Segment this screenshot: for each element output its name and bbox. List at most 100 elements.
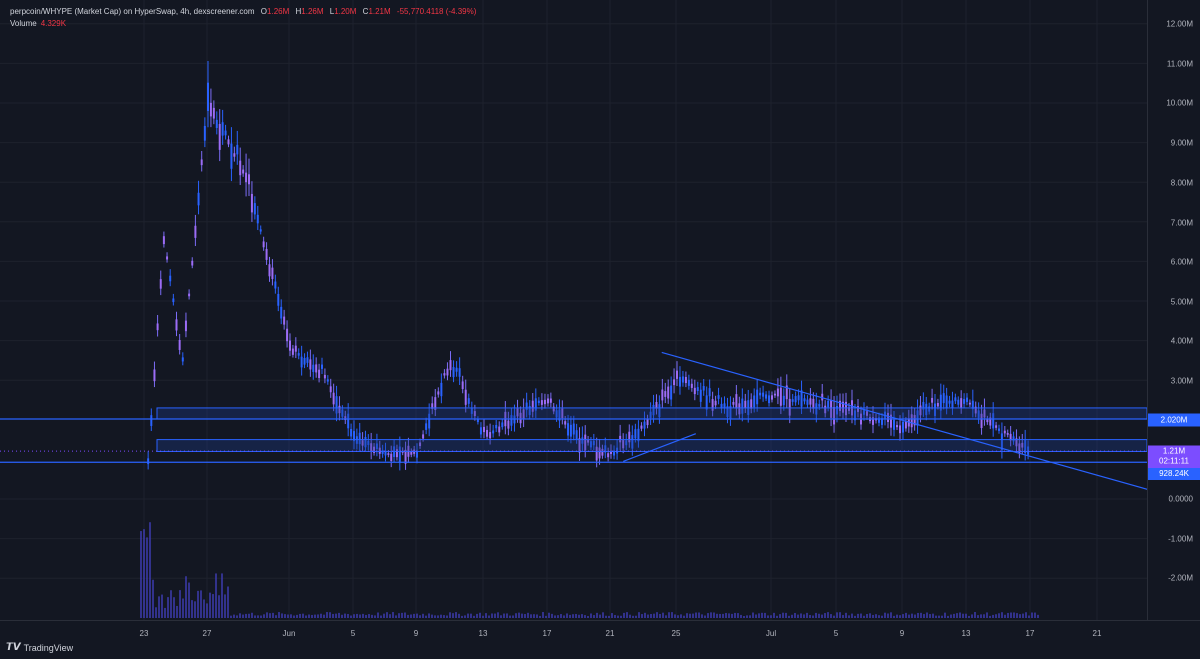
candle-body [329, 386, 332, 393]
volume-bar [785, 612, 787, 618]
candle-body [762, 392, 765, 397]
volume-bar [866, 614, 868, 618]
volume-bar [584, 615, 586, 618]
volume-bar [353, 614, 355, 618]
volume-bar [845, 612, 847, 618]
candle-body [945, 395, 948, 409]
price-chart[interactable] [0, 0, 1182, 620]
candle-body [495, 425, 498, 429]
candle-body [572, 423, 575, 435]
candle-body [242, 169, 245, 174]
bar-countdown: 02:11:11 [1159, 456, 1189, 466]
candle-body [607, 453, 610, 458]
volume-bar [860, 613, 862, 618]
volume-bar [155, 607, 157, 618]
volume-bar [662, 612, 664, 618]
y-tick: 0.0000 [1168, 494, 1193, 504]
volume-bar [242, 614, 244, 618]
candle-body [750, 399, 753, 409]
candle-body [256, 214, 259, 224]
price-axis[interactable]: 12.00M 11.00M 10.00M 9.00M 8.00M 7.00M 6… [1147, 0, 1200, 620]
volume-bar [512, 615, 514, 618]
volume-bar [791, 614, 793, 618]
volume-bar [983, 614, 985, 618]
volume-bar [509, 615, 511, 618]
volume-bar [674, 614, 676, 618]
volume-bar [164, 607, 166, 618]
x-tick: 9 [413, 629, 419, 638]
volume-bar [443, 615, 445, 618]
volume-bar [899, 615, 901, 618]
volume-bar [692, 613, 694, 618]
candle-body [207, 82, 209, 111]
volume-bar [836, 612, 838, 618]
candle-body [643, 421, 646, 429]
y-tick: 9.00M [1170, 138, 1193, 148]
volume-bar [743, 615, 745, 618]
volume-bar [632, 615, 634, 618]
volume-bar [704, 615, 706, 618]
volume-bar [347, 614, 349, 618]
candle-body [464, 389, 467, 405]
candle-body [153, 369, 156, 382]
volume-bar [938, 615, 940, 618]
volume-bar [302, 613, 304, 618]
y-tick: -1.00M [1168, 534, 1193, 544]
volume-bar [239, 613, 241, 618]
candle-body [489, 432, 492, 439]
candle-body [215, 119, 218, 129]
volume-bar [578, 614, 580, 618]
chart-canvas[interactable]: perpcoin/WHYPE (Market Cap) on HyperSwap… [0, 0, 1182, 620]
volume-bar [536, 614, 538, 618]
candle-body [166, 256, 169, 260]
volume-bar [221, 573, 223, 618]
candle-body [794, 396, 797, 403]
candle-body [162, 236, 165, 245]
volume-bar [251, 612, 253, 618]
volume-bar [740, 614, 742, 618]
volume-bar [311, 614, 313, 618]
volume-bar [485, 613, 487, 618]
y-tick: 4.00M [1170, 336, 1193, 346]
volume-bar [152, 579, 154, 618]
volume-bar [167, 597, 169, 618]
volume-bar [326, 612, 328, 618]
volume-bar [812, 615, 814, 618]
volume-bar [371, 614, 373, 618]
y-tick: 10.00M [1166, 98, 1193, 108]
candle-body [172, 298, 175, 303]
candle-body [212, 107, 215, 119]
volume-bar [995, 614, 997, 618]
candle-body [467, 398, 470, 404]
volume-bar [701, 614, 703, 618]
volume-bar [542, 612, 544, 618]
time-axis[interactable]: 23 27 Jun 5 9 13 17 21 25 Jul 5 9 13 17 … [0, 620, 1200, 659]
volume-bar [1016, 613, 1018, 618]
volume-bar [1028, 615, 1030, 618]
candle-body [569, 424, 572, 437]
candle-body [230, 143, 233, 169]
candle-body [203, 125, 206, 141]
candle-body [486, 429, 489, 437]
y-tick: 11.00M [1166, 59, 1193, 69]
volume-bar [590, 613, 592, 618]
volume-bar [821, 614, 823, 618]
volume-bar [296, 614, 298, 618]
volume-bar [464, 615, 466, 618]
volume-bar [419, 615, 421, 618]
tradingview-logo[interactable]: 𝙏𝙑 TradingView [6, 642, 73, 653]
volume-bar [263, 614, 265, 618]
volume-bar [689, 613, 691, 618]
candle-body [957, 399, 960, 405]
volume-bar [332, 613, 334, 618]
level-price-tag: 2.020M [1148, 413, 1200, 427]
candle-body [156, 323, 159, 331]
volume-bar [437, 615, 439, 618]
volume-bar [803, 614, 805, 618]
candle-body [540, 400, 543, 405]
candle-body [942, 393, 945, 404]
candle-body [259, 229, 262, 232]
volume-bar [881, 615, 883, 618]
volume-bar [797, 614, 799, 618]
y-tick: -2.00M [1168, 573, 1193, 583]
